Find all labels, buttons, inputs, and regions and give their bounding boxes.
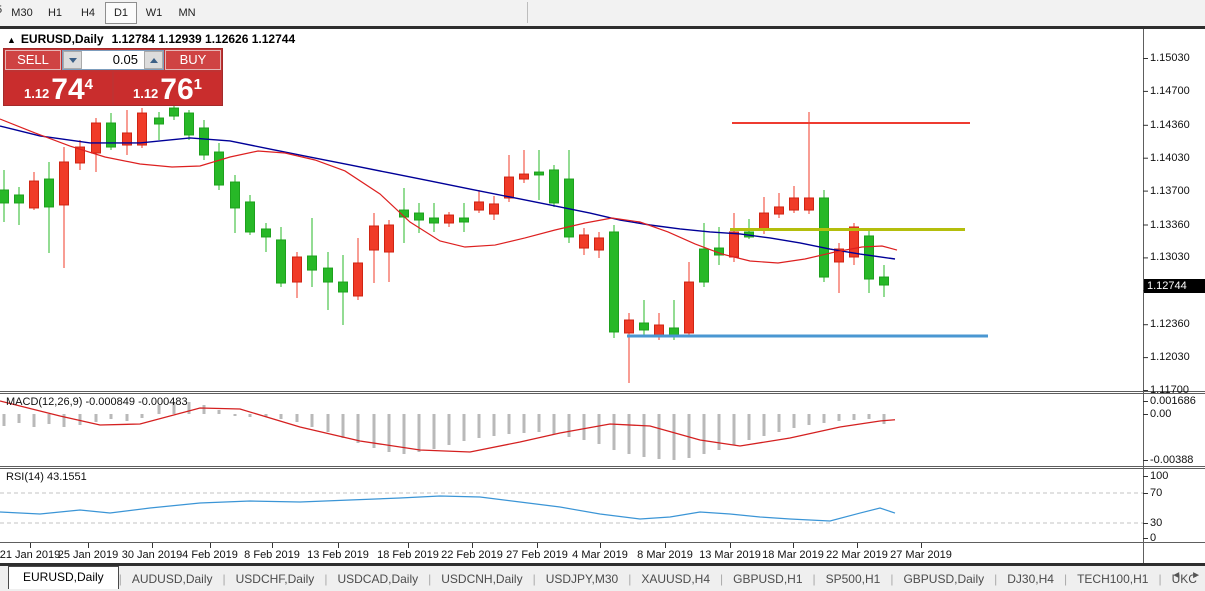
date-axis-label: 22 Feb 2019 [441, 549, 503, 561]
tab-usdcad-daily[interactable]: USDCAD,Daily [327, 569, 428, 589]
bid-price-big: 74 [51, 73, 85, 106]
date-axis-label: 8 Mar 2019 [637, 549, 693, 561]
price-axis-label: 1.14360 [1150, 118, 1190, 131]
tab-xauusd-h4[interactable]: XAUUSD,H4 [631, 569, 720, 589]
one-click-trading-panel: SELL 0.05 BUY 1.12 74 4 1.12 76 1 [3, 48, 223, 106]
chart-window: ▲ EURUSD,Daily 1.12784 1.12939 1.12626 1.1… [0, 29, 1205, 563]
date-axis-label: 18 Feb 2019 [377, 549, 439, 561]
tab-dj30-h4[interactable]: DJ30,H4 [997, 569, 1064, 589]
ask-price-prefix: 1.12 [132, 86, 159, 101]
chart-symbol-label: EURUSD,Daily [20, 32, 104, 46]
macd-axis-label: 0.001686 [1150, 395, 1196, 407]
timeframe-buttons: M30 H1 H4 D1 W1 MN [6, 2, 204, 24]
price-axis-label: 1.12030 [1150, 351, 1190, 364]
tab-tech100-h1[interactable]: TECH100,H1 [1067, 569, 1158, 589]
price-axis-label: 1.12360 [1150, 318, 1190, 331]
tab-audusd-daily[interactable]: AUDUSD,Daily [122, 569, 223, 589]
volume-decrease-button[interactable] [63, 51, 82, 69]
price-axis-label: 1.13030 [1150, 251, 1190, 264]
collapse-triangle-icon[interactable]: ▲ [7, 35, 16, 45]
date-axis-label: 4 Mar 2019 [572, 549, 628, 561]
bid-price-prefix: 1.12 [23, 86, 50, 101]
ask-price-sup: 1 [193, 76, 203, 93]
tab-usdchf-daily[interactable]: USDCHF,Daily [226, 569, 325, 589]
chart-ohlc-values: 1.12784 1.12939 1.12626 1.12744 [111, 32, 296, 46]
bid-price-display[interactable]: 1.12 74 4 [5, 72, 112, 105]
tab-eurusd-daily[interactable]: EURUSD,Daily [8, 566, 119, 589]
date-axis-label: 13 Feb 2019 [307, 549, 369, 561]
macd-indicator-label: MACD(12,26,9) -0.000849 -0.000483 [6, 396, 188, 408]
toolbar-separator [527, 2, 528, 23]
rsi-axis-label: 0 [1150, 532, 1157, 544]
tab-gbpusd-daily[interactable]: GBPUSD,Daily [893, 569, 994, 589]
ask-price-display[interactable]: 1.12 76 1 [114, 72, 221, 105]
tab-usdjpy-m30[interactable]: USDJPY,M30 [536, 569, 628, 589]
current-price-tag: 1.12744 [1144, 278, 1205, 293]
date-axis-label: 25 Jan 2019 [57, 549, 119, 561]
timeframe-w1-button[interactable]: W1 [138, 2, 170, 24]
rsi-indicator-label: RSI(14) 43.1551 [6, 471, 87, 483]
timeframe-toolbar: 5 M30H1H4D1W1MN [0, 0, 1205, 26]
timeframe-mn-button[interactable]: MN [171, 2, 203, 24]
timeframe-m30-button[interactable]: M30 [6, 2, 38, 24]
price-axis-label: 1.13360 [1150, 218, 1190, 231]
date-axis-label: 30 Jan 2019 [121, 549, 183, 561]
rsi-axis-label: 100 [1150, 470, 1169, 482]
price-chart-plot[interactable] [0, 29, 1205, 563]
volume-increase-button[interactable] [144, 51, 163, 69]
chevron-up-icon [149, 57, 158, 63]
price-axis-label: 1.14700 [1150, 84, 1190, 97]
chevron-down-icon [68, 57, 77, 63]
macd-axis-label: -0.00388 [1150, 454, 1194, 466]
tab-scroll-controls: ◄ ► [1171, 570, 1201, 581]
bid-price-sup: 4 [84, 76, 94, 93]
price-axis-label: 1.13700 [1150, 184, 1190, 197]
chart-tab-bar: EURUSD,Daily | AUDUSD,Daily | USDCHF,Daily | U… [0, 566, 1205, 591]
macd-axis-label: 0.00 [1150, 408, 1172, 420]
ask-price-big: 76 [160, 73, 194, 106]
timeframe-d1-button[interactable]: D1 [105, 2, 137, 24]
tab-gbpusd-h1[interactable]: GBPUSD,H1 [723, 569, 812, 589]
date-axis-label: 18 Mar 2019 [762, 549, 824, 561]
clipped-timeframe-label: 5 [0, 4, 3, 20]
price-axis-label: 1.14030 [1150, 151, 1190, 164]
date-axis-label: 8 Feb 2019 [244, 549, 300, 561]
timeframe-h1-button[interactable]: H1 [39, 2, 71, 24]
date-axis-label: 27 Mar 2019 [890, 549, 952, 561]
tab-scroll-left-icon[interactable]: ◄ [1171, 570, 1181, 581]
timeframe-h4-button[interactable]: H4 [72, 2, 104, 24]
volume-spinner: 0.05 [62, 50, 164, 70]
date-axis-label: 21 Jan 2019 [0, 549, 61, 561]
rsi-axis-label: 70 [1150, 487, 1163, 499]
tab-sp500-h1[interactable]: SP500,H1 [816, 569, 891, 589]
chart-title: ▲ EURUSD,Daily 1.12784 1.12939 1.12626 1.1… [7, 32, 295, 46]
sell-button[interactable]: SELL [5, 50, 61, 70]
date-axis-label: 4 Feb 2019 [182, 549, 238, 561]
price-axis-label: 1.15030 [1150, 52, 1190, 64]
date-axis-label: 13 Mar 2019 [699, 549, 761, 561]
tab-scroll-right-icon[interactable]: ► [1191, 570, 1201, 581]
rsi-axis-label: 30 [1150, 517, 1163, 529]
date-axis-label: 22 Mar 2019 [826, 549, 888, 561]
trading-terminal: 5 M30H1H4D1W1MN ▲ EURUSD,Daily 1.12784 1.1… [0, 0, 1205, 591]
date-axis-label: 27 Feb 2019 [506, 549, 568, 561]
tab-usdcnh-daily[interactable]: USDCNH,Daily [431, 569, 532, 589]
